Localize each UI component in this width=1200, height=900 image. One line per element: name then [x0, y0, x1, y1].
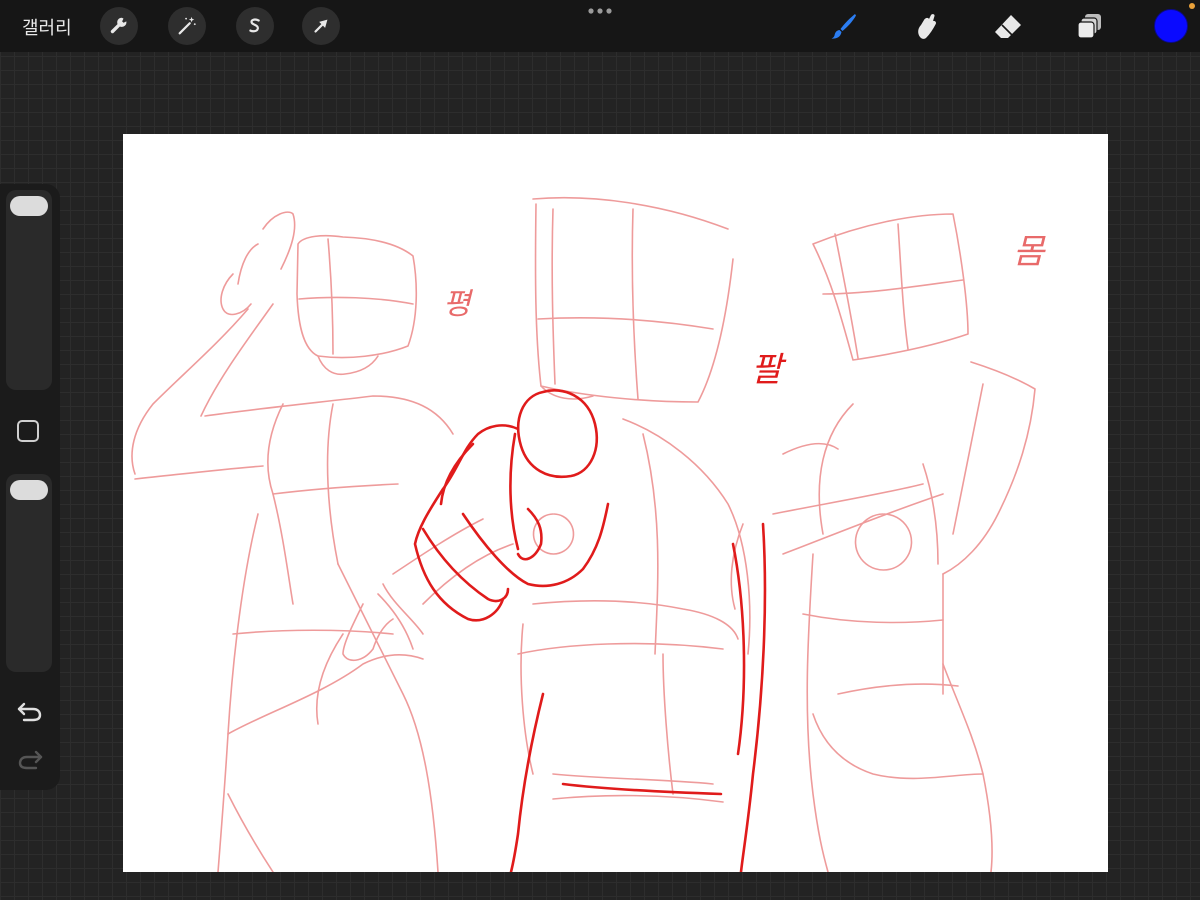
brush-tool-button[interactable]: [826, 8, 862, 44]
undo-arrow-icon[interactable]: [16, 698, 44, 724]
magic-wand-icon: [178, 16, 196, 35]
brush-size-thumb[interactable]: [10, 196, 48, 216]
gallery-button[interactable]: 갤러리: [22, 14, 72, 40]
opacity-thumb[interactable]: [10, 480, 48, 500]
note-pal: 팔: [751, 350, 783, 390]
brush-icon: [831, 14, 856, 39]
arrow-cursor-icon: [314, 19, 328, 33]
opacity-slider[interactable]: [6, 474, 52, 672]
three-dots-icon[interactable]: [586, 4, 614, 18]
brush-size-slider[interactable]: [6, 190, 52, 390]
notification-dot: [1189, 3, 1195, 9]
layers-button[interactable]: [1072, 8, 1108, 44]
smudge-icon: [918, 14, 937, 39]
selection-s-icon: [249, 18, 260, 33]
note-mom: 몸: [1013, 232, 1045, 272]
transform-button[interactable]: [302, 7, 340, 45]
modify-button[interactable]: [17, 420, 39, 442]
adjustments-button[interactable]: [168, 7, 206, 45]
smudge-tool-button[interactable]: [908, 8, 944, 44]
left-sidebar: [0, 184, 60, 790]
note-pyeong: 평: [443, 287, 471, 322]
actions-button[interactable]: [100, 7, 138, 45]
drawing-canvas[interactable]: 평 팔 몸: [123, 134, 1108, 872]
color-picker-button[interactable]: [1154, 9, 1188, 43]
wrench-icon: [110, 17, 127, 34]
selection-button[interactable]: [236, 7, 274, 45]
top-toolbar: 갤러리: [0, 0, 1200, 52]
sketch-drawing: [131, 197, 1036, 872]
redo-arrow-icon[interactable]: [16, 746, 44, 772]
eraser-tool-button[interactable]: [990, 8, 1026, 44]
eraser-icon: [995, 15, 1021, 38]
layers-icon: [1077, 14, 1101, 39]
